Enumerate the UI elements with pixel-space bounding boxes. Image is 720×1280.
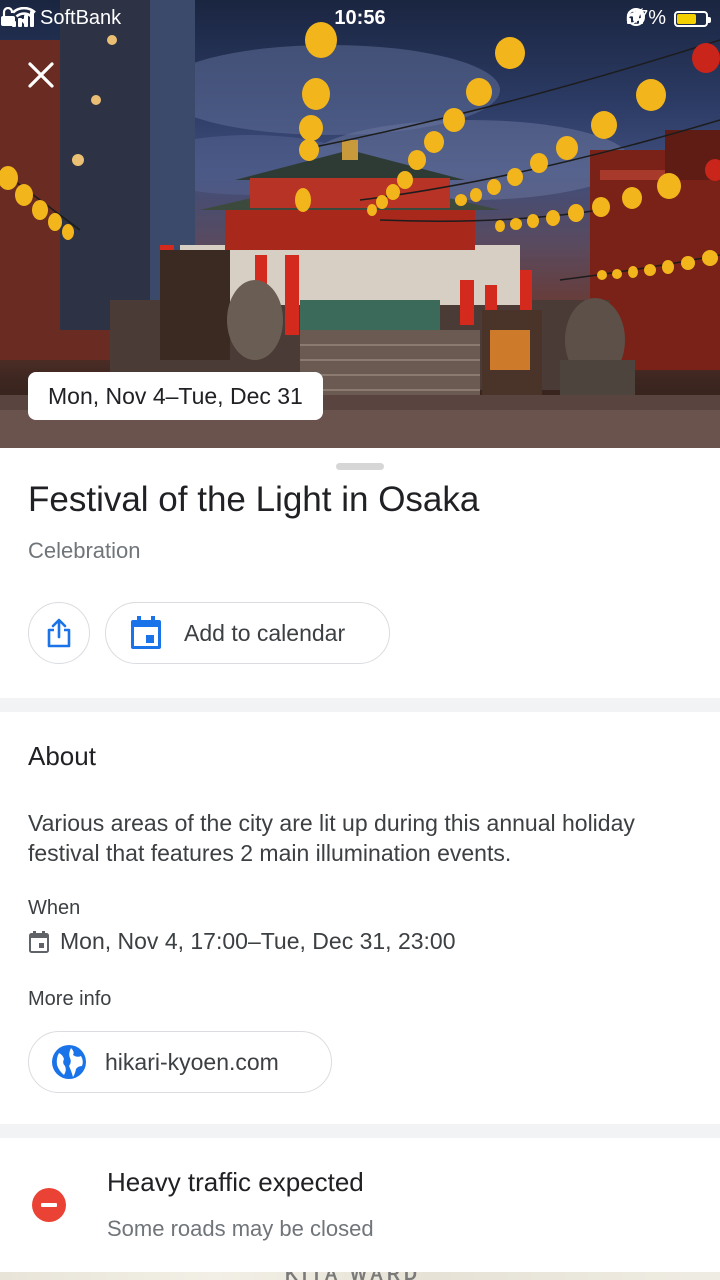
website-link[interactable]: hikari-kyoen.com (28, 1031, 332, 1093)
lock-icon (1, 7, 15, 26)
map-area-label: KITA WARD (285, 1272, 421, 1280)
no-entry-icon (32, 1188, 66, 1222)
calendar-icon (131, 616, 161, 649)
headphones-icon (626, 8, 644, 24)
calendar-small-icon (29, 930, 49, 953)
event-hero-image: SoftBank 10:56 67% Mon, Nov 4–Tue, Dec 3… (0, 0, 720, 448)
website-label: hikari-kyoen.com (105, 1048, 279, 1075)
when-row: Mon, Nov 4, 17:00–Tue, Dec 31, 23:00 (28, 928, 456, 955)
traffic-title: Heavy traffic expected (107, 1167, 364, 1197)
status-bar: SoftBank 10:56 67% (0, 0, 720, 38)
about-description: Various areas of the city are lit up dur… (28, 810, 635, 866)
section-divider (0, 1124, 720, 1138)
about-heading: About (28, 741, 96, 771)
sheet-drag-handle[interactable] (336, 463, 384, 470)
close-button[interactable] (28, 62, 70, 104)
date-range-chip: Mon, Nov 4–Tue, Dec 31 (28, 372, 323, 420)
globe-icon (52, 1045, 86, 1079)
status-time: 10:56 (334, 7, 386, 29)
event-category: Celebration (28, 538, 141, 563)
map-preview[interactable]: KITA WARD (0, 1272, 720, 1280)
battery-level-fill (677, 13, 696, 24)
traffic-subtitle: Some roads may be closed (107, 1216, 374, 1241)
battery-icon (674, 10, 711, 27)
when-value: Mon, Nov 4, 17:00–Tue, Dec 31, 23:00 (60, 928, 456, 954)
when-label: When (28, 897, 81, 919)
add-to-calendar-button[interactable]: Add to calendar (105, 602, 390, 664)
section-divider (0, 698, 720, 712)
share-icon (47, 618, 71, 648)
add-to-calendar-label: Add to calendar (184, 619, 346, 646)
share-button[interactable] (28, 602, 90, 664)
event-title: Festival of the Light in Osaka (28, 480, 480, 519)
more-info-label: More info (28, 988, 112, 1010)
close-icon (28, 62, 54, 88)
